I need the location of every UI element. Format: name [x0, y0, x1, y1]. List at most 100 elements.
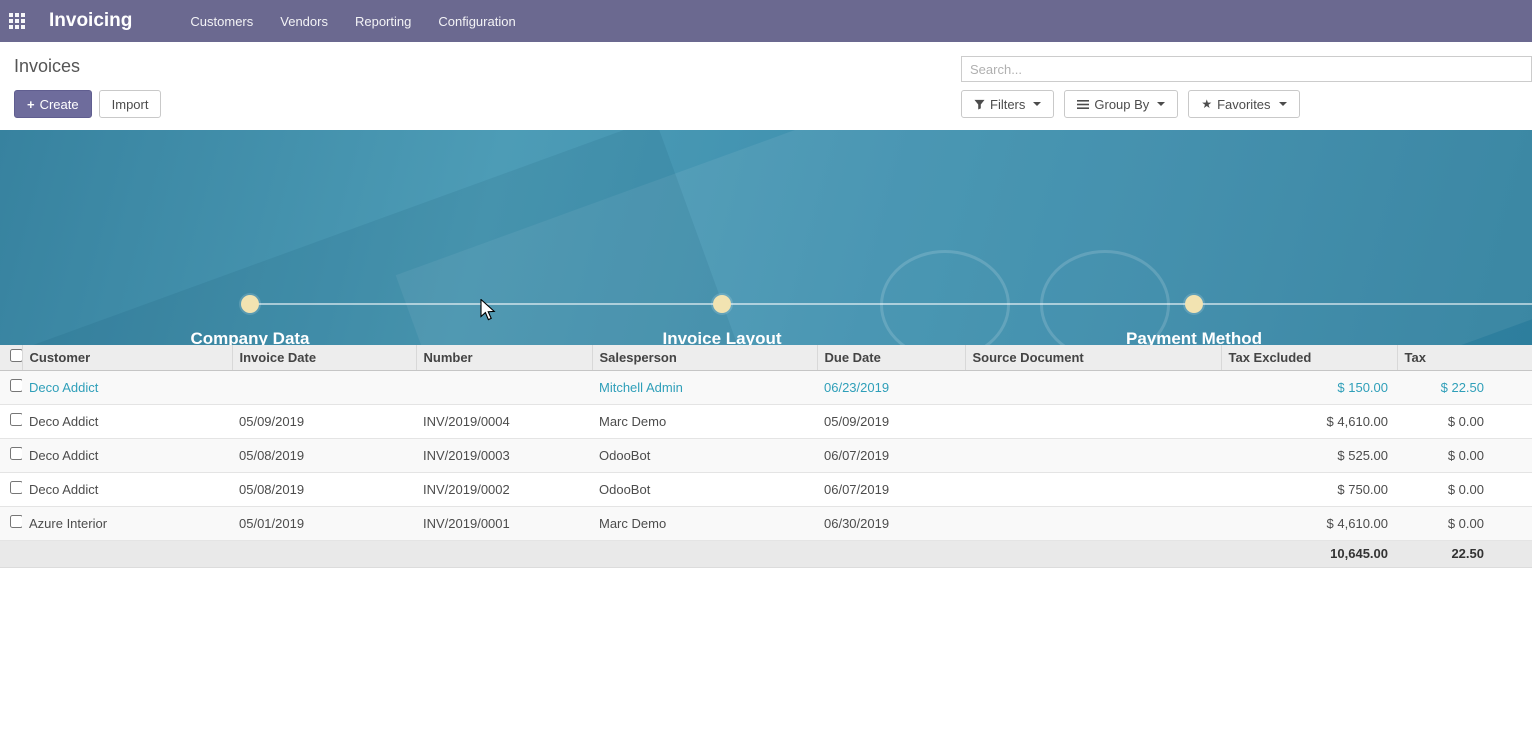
cell-tax-excluded: $ 525.00 — [1221, 438, 1397, 472]
row-checkbox[interactable] — [10, 515, 22, 528]
cell-tax-excluded: $ 4,610.00 — [1221, 404, 1397, 438]
cell-source-document — [965, 370, 1221, 404]
step-title: Invoice Layout — [562, 329, 882, 345]
invoice-row[interactable]: Deco Addict 05/09/2019 INV/2019/0004 Mar… — [0, 404, 1532, 438]
cell-invoice-date: 05/08/2019 — [232, 472, 416, 506]
row-checkbox[interactable] — [10, 447, 22, 460]
apps-grid-icon[interactable] — [9, 13, 25, 29]
step-dot-icon — [241, 295, 259, 313]
select-all-cell — [0, 345, 22, 370]
menu-configuration[interactable]: Configuration — [438, 14, 515, 29]
total-tax: 22.50 — [1397, 540, 1532, 567]
row-checkbox[interactable] — [10, 379, 22, 392]
plus-icon: + — [27, 97, 35, 112]
cell-source-document — [965, 404, 1221, 438]
create-button[interactable]: + Create — [14, 90, 92, 118]
cell-due-date: 06/30/2019 — [817, 506, 965, 540]
row-select-cell — [0, 506, 22, 540]
step-dot-icon — [713, 295, 731, 313]
cell-invoice-date: 05/08/2019 — [232, 438, 416, 472]
table-totals-row: 10,645.00 22.50 — [0, 540, 1532, 567]
column-header-customer[interactable]: Customer — [22, 345, 232, 370]
cell-tax: $ 0.00 — [1397, 438, 1532, 472]
cell-customer: Deco Addict — [22, 370, 232, 404]
filters-button-label: Filters — [990, 97, 1025, 112]
cell-salesperson: Marc Demo — [592, 404, 817, 438]
create-button-label: Create — [40, 97, 79, 112]
screen: Invoicing Customers Vendors Reporting Co… — [0, 0, 1532, 568]
row-select-cell — [0, 472, 22, 506]
cell-salesperson: Mitchell Admin — [592, 370, 817, 404]
cell-tax-excluded: $ 4,610.00 — [1221, 506, 1397, 540]
cell-customer: Azure Interior — [22, 506, 232, 540]
cell-tax: $ 0.00 — [1397, 506, 1532, 540]
table-header-row: Customer Invoice Date Number Salesperson… — [0, 345, 1532, 370]
row-checkbox[interactable] — [10, 413, 22, 426]
column-header-number[interactable]: Number — [416, 345, 592, 370]
onboarding-step-invoice-layout: Invoice Layout Customize the look of you… — [562, 295, 882, 345]
onboarding-step-payment-method: Payment Method Configure your payment me… — [1034, 295, 1354, 345]
cell-invoice-date: 05/09/2019 — [232, 404, 416, 438]
invoice-table: Customer Invoice Date Number Salesperson… — [0, 345, 1532, 568]
select-all-checkbox[interactable] — [10, 349, 22, 362]
caret-down-icon — [1033, 102, 1041, 106]
filter-icon — [974, 99, 985, 110]
invoice-row[interactable]: Deco Addict Mitchell Admin 06/23/2019 $ … — [0, 370, 1532, 404]
cell-number: INV/2019/0003 — [416, 438, 592, 472]
cell-tax-excluded: $ 750.00 — [1221, 472, 1397, 506]
invoice-row[interactable]: Azure Interior 05/01/2019 INV/2019/0001 … — [0, 506, 1532, 540]
total-tax-excluded: 10,645.00 — [1221, 540, 1397, 567]
cell-source-document — [965, 472, 1221, 506]
group-by-button-label: Group By — [1094, 97, 1149, 112]
step-title: Payment Method — [1034, 329, 1354, 345]
onboarding-banner: Company Data Set your company's data for… — [0, 130, 1532, 345]
column-header-tax-excluded[interactable]: Tax Excluded — [1221, 345, 1397, 370]
cell-invoice-date — [232, 370, 416, 404]
column-header-source-document[interactable]: Source Document — [965, 345, 1221, 370]
menu-vendors[interactable]: Vendors — [280, 14, 328, 29]
cell-tax: $ 0.00 — [1397, 472, 1532, 506]
cell-customer: Deco Addict — [22, 438, 232, 472]
cell-due-date: 06/07/2019 — [817, 438, 965, 472]
search-options: Filters Group By ★ Favorites — [961, 90, 1532, 118]
favorites-button[interactable]: ★ Favorites — [1188, 90, 1299, 118]
cell-number: INV/2019/0004 — [416, 404, 592, 438]
top-menu: Customers Vendors Reporting Configuratio… — [190, 14, 515, 29]
menu-customers[interactable]: Customers — [190, 14, 253, 29]
cell-customer: Deco Addict — [22, 404, 232, 438]
invoice-row[interactable]: Deco Addict 05/08/2019 INV/2019/0003 Odo… — [0, 438, 1532, 472]
cell-salesperson: Marc Demo — [592, 506, 817, 540]
filters-button[interactable]: Filters — [961, 90, 1054, 118]
cell-source-document — [965, 438, 1221, 472]
search-panel: Filters Group By ★ Favorites — [961, 56, 1532, 118]
group-by-button[interactable]: Group By — [1064, 90, 1178, 118]
cell-due-date: 06/07/2019 — [817, 472, 965, 506]
cell-source-document — [965, 506, 1221, 540]
star-icon: ★ — [1201, 97, 1212, 111]
totals-spacer — [0, 540, 1221, 567]
column-header-salesperson[interactable]: Salesperson — [592, 345, 817, 370]
column-header-invoice-date[interactable]: Invoice Date — [232, 345, 416, 370]
column-header-due-date[interactable]: Due Date — [817, 345, 965, 370]
cell-tax-excluded: $ 150.00 — [1221, 370, 1397, 404]
column-header-tax[interactable]: Tax — [1397, 345, 1532, 370]
cell-salesperson: OdooBot — [592, 438, 817, 472]
import-button-label: Import — [112, 97, 149, 112]
cell-invoice-date: 05/01/2019 — [232, 506, 416, 540]
step-dot-icon — [1185, 295, 1203, 313]
row-select-cell — [0, 438, 22, 472]
menu-reporting[interactable]: Reporting — [355, 14, 411, 29]
search-input[interactable] — [961, 56, 1532, 82]
cell-number — [416, 370, 592, 404]
cell-number: INV/2019/0002 — [416, 472, 592, 506]
caret-down-icon — [1279, 102, 1287, 106]
step-title: Company Data — [90, 329, 410, 345]
cell-tax: $ 0.00 — [1397, 404, 1532, 438]
import-button[interactable]: Import — [99, 90, 162, 118]
invoice-row[interactable]: Deco Addict 05/08/2019 INV/2019/0002 Odo… — [0, 472, 1532, 506]
cell-due-date: 06/23/2019 — [817, 370, 965, 404]
app-name[interactable]: Invoicing — [49, 10, 132, 32]
cell-customer: Deco Addict — [22, 472, 232, 506]
cell-tax: $ 22.50 — [1397, 370, 1532, 404]
row-checkbox[interactable] — [10, 481, 22, 494]
